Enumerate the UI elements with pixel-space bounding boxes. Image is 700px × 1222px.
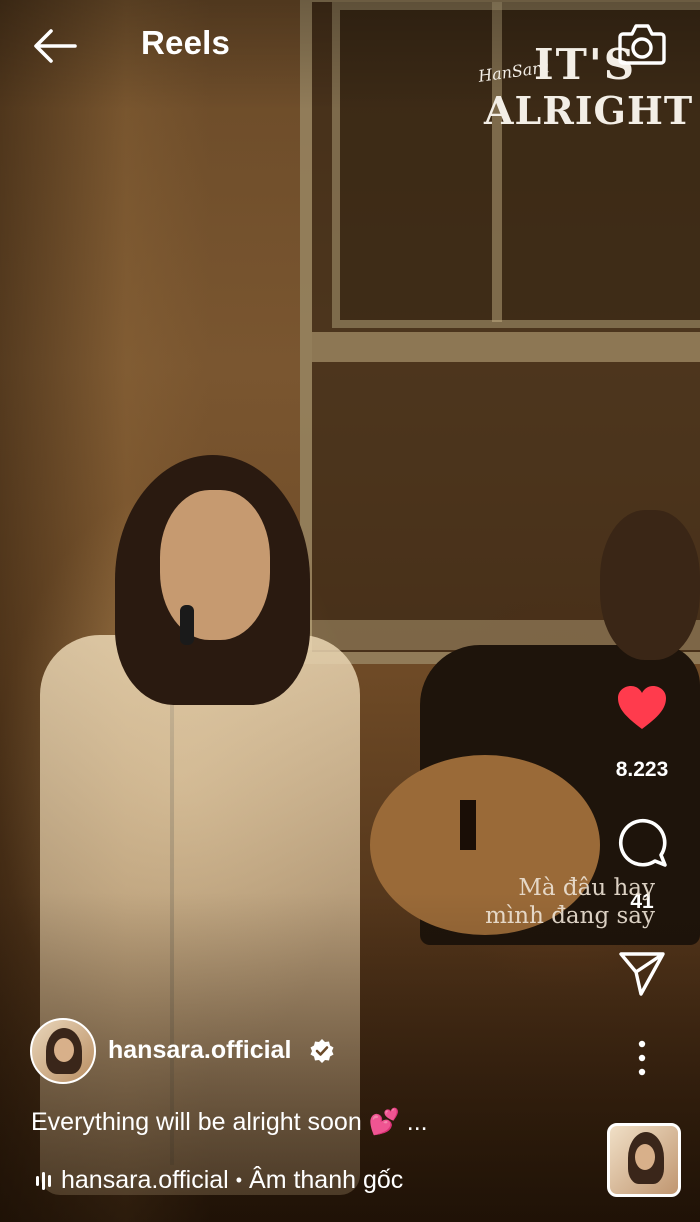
- heart-icon: [618, 686, 666, 729]
- share-button[interactable]: [602, 950, 682, 1000]
- camera-button[interactable]: [617, 20, 667, 68]
- more-options-button[interactable]: [602, 1040, 682, 1080]
- subtitle-line-2: mình đang say: [485, 903, 655, 929]
- arrow-left-icon: [34, 29, 77, 63]
- username-link[interactable]: hansara.official: [108, 1036, 291, 1065]
- like-button[interactable]: [602, 684, 682, 736]
- audio-label: Âm thanh gốc: [249, 1166, 404, 1194]
- avatar[interactable]: [30, 1018, 96, 1084]
- audio-user: hansara.official: [61, 1166, 229, 1194]
- camera-icon: [618, 24, 666, 65]
- comment-button[interactable]: [602, 815, 682, 869]
- audio-attribution[interactable]: hansara.official • Âm thanh gốc: [36, 1166, 403, 1195]
- more-vertical-icon: [638, 1040, 646, 1076]
- page-title: Reels: [141, 24, 231, 61]
- video-window-sill: [290, 620, 700, 650]
- audio-waveform-icon: [36, 1171, 51, 1190]
- subtitle-line-1: Mà đâu hay: [518, 875, 655, 901]
- audio-thumbnail[interactable]: [607, 1123, 681, 1197]
- verified-badge-icon: [310, 1039, 334, 1063]
- reels-screen: HanSara IT'S ALRIGHT Reels 8.223 41 Mà đ…: [0, 0, 700, 1222]
- comment-icon: [619, 819, 667, 867]
- video-frame[interactable]: [0, 0, 700, 1222]
- post-caption[interactable]: Everything will be alright soon 💕 ...: [31, 1108, 428, 1137]
- back-button[interactable]: [30, 24, 78, 68]
- audio-separator: •: [235, 1170, 243, 1190]
- send-icon: [619, 952, 665, 996]
- video-subtitle: Mà đâu hay mình đang say: [470, 874, 655, 930]
- like-count: 8.223: [615, 758, 669, 781]
